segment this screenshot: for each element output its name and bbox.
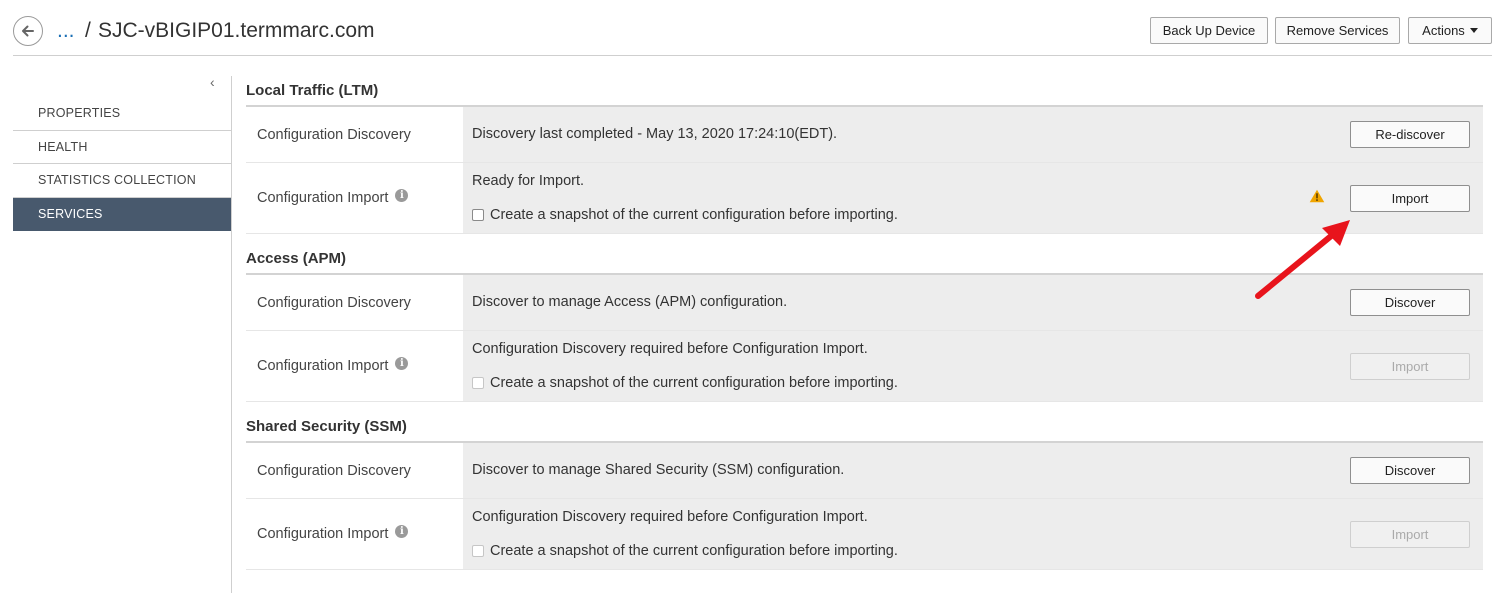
snapshot-checkbox[interactable] xyxy=(472,209,484,221)
snapshot-checkbox xyxy=(472,377,484,389)
apm-discover-button[interactable]: Discover xyxy=(1350,289,1470,316)
back-up-device-button[interactable]: Back Up Device xyxy=(1150,17,1268,44)
apm-discovery-row: Configuration Discovery Discover to mana… xyxy=(246,275,1483,331)
discovery-status-text: Discovery last completed - May 13, 2020 … xyxy=(472,126,838,142)
row-content: Discover to manage Shared Security (SSM)… xyxy=(463,443,1483,498)
warning-icon xyxy=(1309,189,1325,203)
back-button[interactable] xyxy=(13,16,43,46)
snapshot-option: Create a snapshot of the current configu… xyxy=(472,375,898,391)
apm-import-button: Import xyxy=(1350,353,1470,380)
ltm-discovery-row: Configuration Discovery Discovery last c… xyxy=(246,107,1483,163)
services-panel: Local Traffic (LTM) Configuration Discov… xyxy=(246,76,1483,570)
info-icon[interactable]: i xyxy=(395,188,409,202)
row-content: Discover to manage Access (APM) configur… xyxy=(463,275,1483,330)
snapshot-checkbox xyxy=(472,545,484,557)
page-header: ... / SJC-vBIGIP01.termmarc.com Back Up … xyxy=(13,8,1492,56)
snapshot-label: Create a snapshot of the current configu… xyxy=(490,375,898,391)
row-content: Configuration Discovery required before … xyxy=(463,499,1483,569)
snapshot-option[interactable]: Create a snapshot of the current configu… xyxy=(472,207,898,223)
snapshot-label: Create a snapshot of the current configu… xyxy=(490,207,898,223)
info-icon[interactable]: i xyxy=(395,356,409,370)
ltm-import-button[interactable]: Import xyxy=(1350,185,1470,212)
remove-services-button[interactable]: Remove Services xyxy=(1275,17,1400,44)
sidebar-divider xyxy=(231,76,232,593)
breadcrumb-ellipsis-link[interactable]: ... xyxy=(57,18,75,44)
row-label: Configuration Import i xyxy=(246,499,463,569)
row-label: Configuration Discovery xyxy=(246,107,463,162)
chevron-down-icon xyxy=(1469,28,1478,33)
ssm-discovery-row: Configuration Discovery Discover to mana… xyxy=(246,443,1483,499)
import-status-text: Configuration Discovery required before … xyxy=(472,509,868,525)
row-content: Configuration Discovery required before … xyxy=(463,331,1483,401)
apm-import-row: Configuration Import i Configuration Dis… xyxy=(246,331,1483,402)
info-icon[interactable]: i xyxy=(395,524,409,538)
row-label-text: Configuration Import xyxy=(257,190,389,206)
ssm-discover-button[interactable]: Discover xyxy=(1350,457,1470,484)
sidebar-item-properties[interactable]: PROPERTIES xyxy=(13,97,231,131)
actions-menu-button[interactable]: Actions xyxy=(1408,17,1492,44)
ssm-import-button: Import xyxy=(1350,521,1470,548)
sidebar-item-health[interactable]: HEALTH xyxy=(13,131,231,164)
row-label: Configuration Import i xyxy=(246,331,463,401)
sidebar-item-services[interactable]: SERVICES xyxy=(13,197,231,231)
row-content: Discovery last completed - May 13, 2020 … xyxy=(463,107,1483,162)
snapshot-option: Create a snapshot of the current configu… xyxy=(472,543,898,559)
row-label-text: Configuration Import xyxy=(257,358,389,374)
back-arrow-icon xyxy=(22,25,34,37)
ltm-rediscover-button[interactable]: Re-discover xyxy=(1350,121,1470,148)
discovery-status-text: Discover to manage Shared Security (SSM)… xyxy=(472,462,845,478)
section-title-ltm: Local Traffic (LTM) xyxy=(246,76,1483,107)
ltm-import-row: Configuration Import i Ready for Import.… xyxy=(246,163,1483,234)
snapshot-label: Create a snapshot of the current configu… xyxy=(490,543,898,559)
row-label: Configuration Discovery xyxy=(246,443,463,498)
sidebar-item-statistics-collection[interactable]: STATISTICS COLLECTION xyxy=(13,164,231,198)
page-title: SJC-vBIGIP01.termmarc.com xyxy=(98,19,375,42)
import-status-text: Configuration Discovery required before … xyxy=(472,341,868,357)
collapse-sidebar-icon[interactable]: ‹ xyxy=(210,74,215,90)
actions-label: Actions xyxy=(1422,23,1465,38)
row-label: Configuration Import i xyxy=(246,163,463,233)
section-title-ssm: Shared Security (SSM) xyxy=(246,412,1483,443)
row-label: Configuration Discovery xyxy=(246,275,463,330)
section-title-apm: Access (APM) xyxy=(246,244,1483,275)
row-label-text: Configuration Import xyxy=(257,526,389,542)
import-status-text: Ready for Import. xyxy=(472,173,585,189)
discovery-status-text: Discover to manage Access (APM) configur… xyxy=(472,294,788,310)
row-content: Ready for Import. Create a snapshot of t… xyxy=(463,163,1483,233)
ssm-import-row: Configuration Import i Configuration Dis… xyxy=(246,499,1483,570)
sidebar-nav: PROPERTIES HEALTH STATISTICS COLLECTION … xyxy=(13,97,231,231)
breadcrumb-separator: / xyxy=(85,19,91,42)
